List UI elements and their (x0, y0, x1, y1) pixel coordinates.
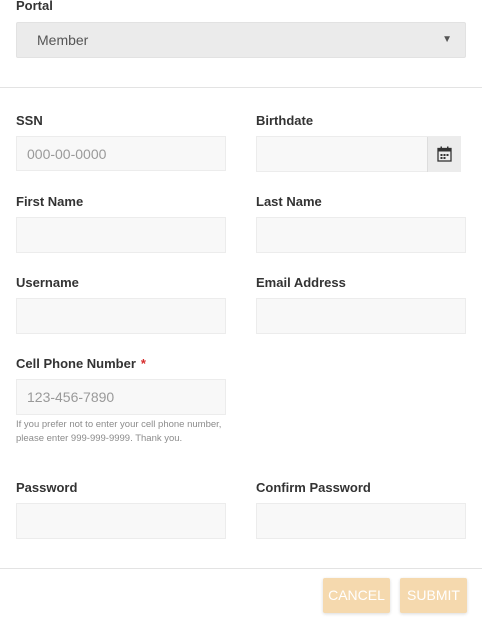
ssn-label: SSN (16, 113, 43, 128)
email-input[interactable] (256, 298, 466, 334)
cancel-button[interactable]: CANCEL (323, 578, 390, 613)
cell-phone-input[interactable] (16, 379, 226, 415)
confirm-password-label: Confirm Password (256, 480, 371, 495)
first-name-label: First Name (16, 194, 84, 209)
email-label: Email Address (256, 275, 346, 290)
username-label: Username (16, 275, 79, 290)
last-name-input[interactable] (256, 217, 466, 253)
calendar-icon (437, 146, 452, 162)
cell-phone-help-text: If you prefer not to enter your cell pho… (16, 419, 222, 444)
last-name-label: Last Name (256, 194, 322, 209)
birthdate-label: Birthdate (256, 113, 314, 128)
confirm-password-input[interactable] (256, 503, 466, 539)
submit-button[interactable]: SUBMIT (400, 578, 467, 613)
cell-phone-label-text: Cell Phone Number (16, 356, 136, 371)
required-marker: * (140, 356, 146, 371)
password-input[interactable] (16, 503, 226, 539)
ssn-input[interactable] (16, 136, 226, 171)
cell-phone-label: Cell Phone Number * (16, 356, 146, 372)
portal-select[interactable]: Member ▼ (16, 22, 466, 58)
portal-select-value: Member (37, 32, 89, 48)
password-label: Password (16, 480, 78, 495)
portal-label: Portal (16, 0, 53, 13)
section-divider-top (0, 87, 482, 88)
first-name-input[interactable] (16, 217, 226, 253)
caret-down-icon: ▼ (442, 34, 452, 45)
birthdate-calendar-button[interactable] (427, 137, 461, 172)
section-divider-bottom (0, 568, 482, 569)
username-input[interactable] (16, 298, 226, 334)
